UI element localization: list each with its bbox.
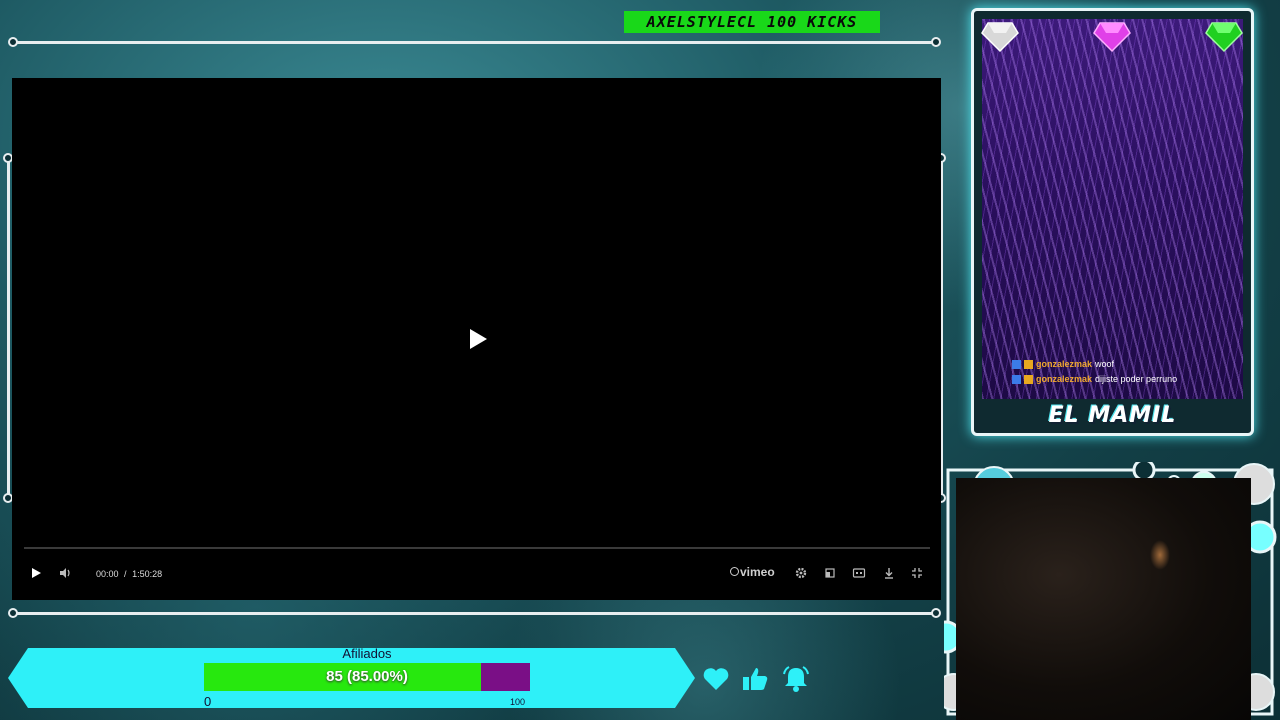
bell-icon[interactable] xyxy=(781,664,811,694)
sub-badge-icon xyxy=(1012,359,1021,369)
pip-icon[interactable] xyxy=(823,566,837,580)
volume-icon[interactable] xyxy=(58,566,72,580)
captions-icon[interactable] xyxy=(852,566,866,580)
vimeo-circle-icon xyxy=(730,567,739,576)
webcam-light xyxy=(1150,540,1170,570)
download-icon[interactable] xyxy=(882,566,896,580)
goal-max-label: 100 xyxy=(510,697,526,707)
time-display: 00:00 / 1:50:28 xyxy=(96,569,162,579)
chat-overlay-panel: gonzalezmak woof gonzalezmak dijiste pod… xyxy=(982,19,1243,399)
kicks-goal-banner: AXELSTYLECL 100 KICKS xyxy=(624,11,880,33)
chat-username: gonzalezmak xyxy=(1036,374,1093,384)
time-current: 00:00 xyxy=(96,569,119,579)
play-icon[interactable] xyxy=(29,566,43,580)
heart-icon[interactable] xyxy=(701,664,731,694)
chat-message: gonzalezmak dijiste poder perruno xyxy=(1012,374,1177,384)
frame-node xyxy=(8,608,18,618)
big-play-button[interactable] xyxy=(468,328,488,350)
thumbs-up-icon[interactable] xyxy=(740,664,770,694)
streamer-name: EL MAMIL xyxy=(1048,403,1177,428)
frame-node xyxy=(8,37,18,47)
crown-badge-icon xyxy=(1024,359,1033,369)
goal-progress-bar: 85 (85.00%) xyxy=(204,663,530,691)
frame-top-line xyxy=(12,41,936,44)
time-total: 1:50:28 xyxy=(132,569,163,579)
frame-bottom-line xyxy=(12,612,936,615)
sub-badge-icon xyxy=(1012,374,1021,384)
chat-text: woof xyxy=(1095,359,1115,369)
frame-left-line xyxy=(7,158,10,498)
streamer-card: gonzalezmak woof gonzalezmak dijiste pod… xyxy=(971,8,1254,436)
vimeo-brand-text: vimeo xyxy=(740,565,775,579)
settings-icon[interactable] xyxy=(794,566,808,580)
goal-min-label: 0 xyxy=(204,694,212,709)
chat-text: dijiste poder perruno xyxy=(1095,374,1178,384)
goal-title: Afiliados xyxy=(342,646,392,661)
time-separator: / xyxy=(124,569,127,579)
video-progress-bar[interactable] xyxy=(24,547,930,549)
vimeo-logo[interactable]: vimeo xyxy=(730,565,775,579)
silver-gem-icon xyxy=(981,22,1019,53)
pink-gem-icon xyxy=(1093,22,1131,53)
chat-username: gonzalezmak xyxy=(1036,359,1093,369)
webcam-feed xyxy=(956,478,1251,720)
frame-node xyxy=(931,608,941,618)
exit-fullscreen-icon[interactable] xyxy=(910,566,924,580)
crown-badge-icon xyxy=(1024,374,1033,384)
frame-node xyxy=(931,37,941,47)
goal-progress-label: 85 (85.00%) xyxy=(326,668,408,685)
chat-message: gonzalezmak woof xyxy=(1012,359,1114,369)
green-gem-icon xyxy=(1205,22,1243,53)
